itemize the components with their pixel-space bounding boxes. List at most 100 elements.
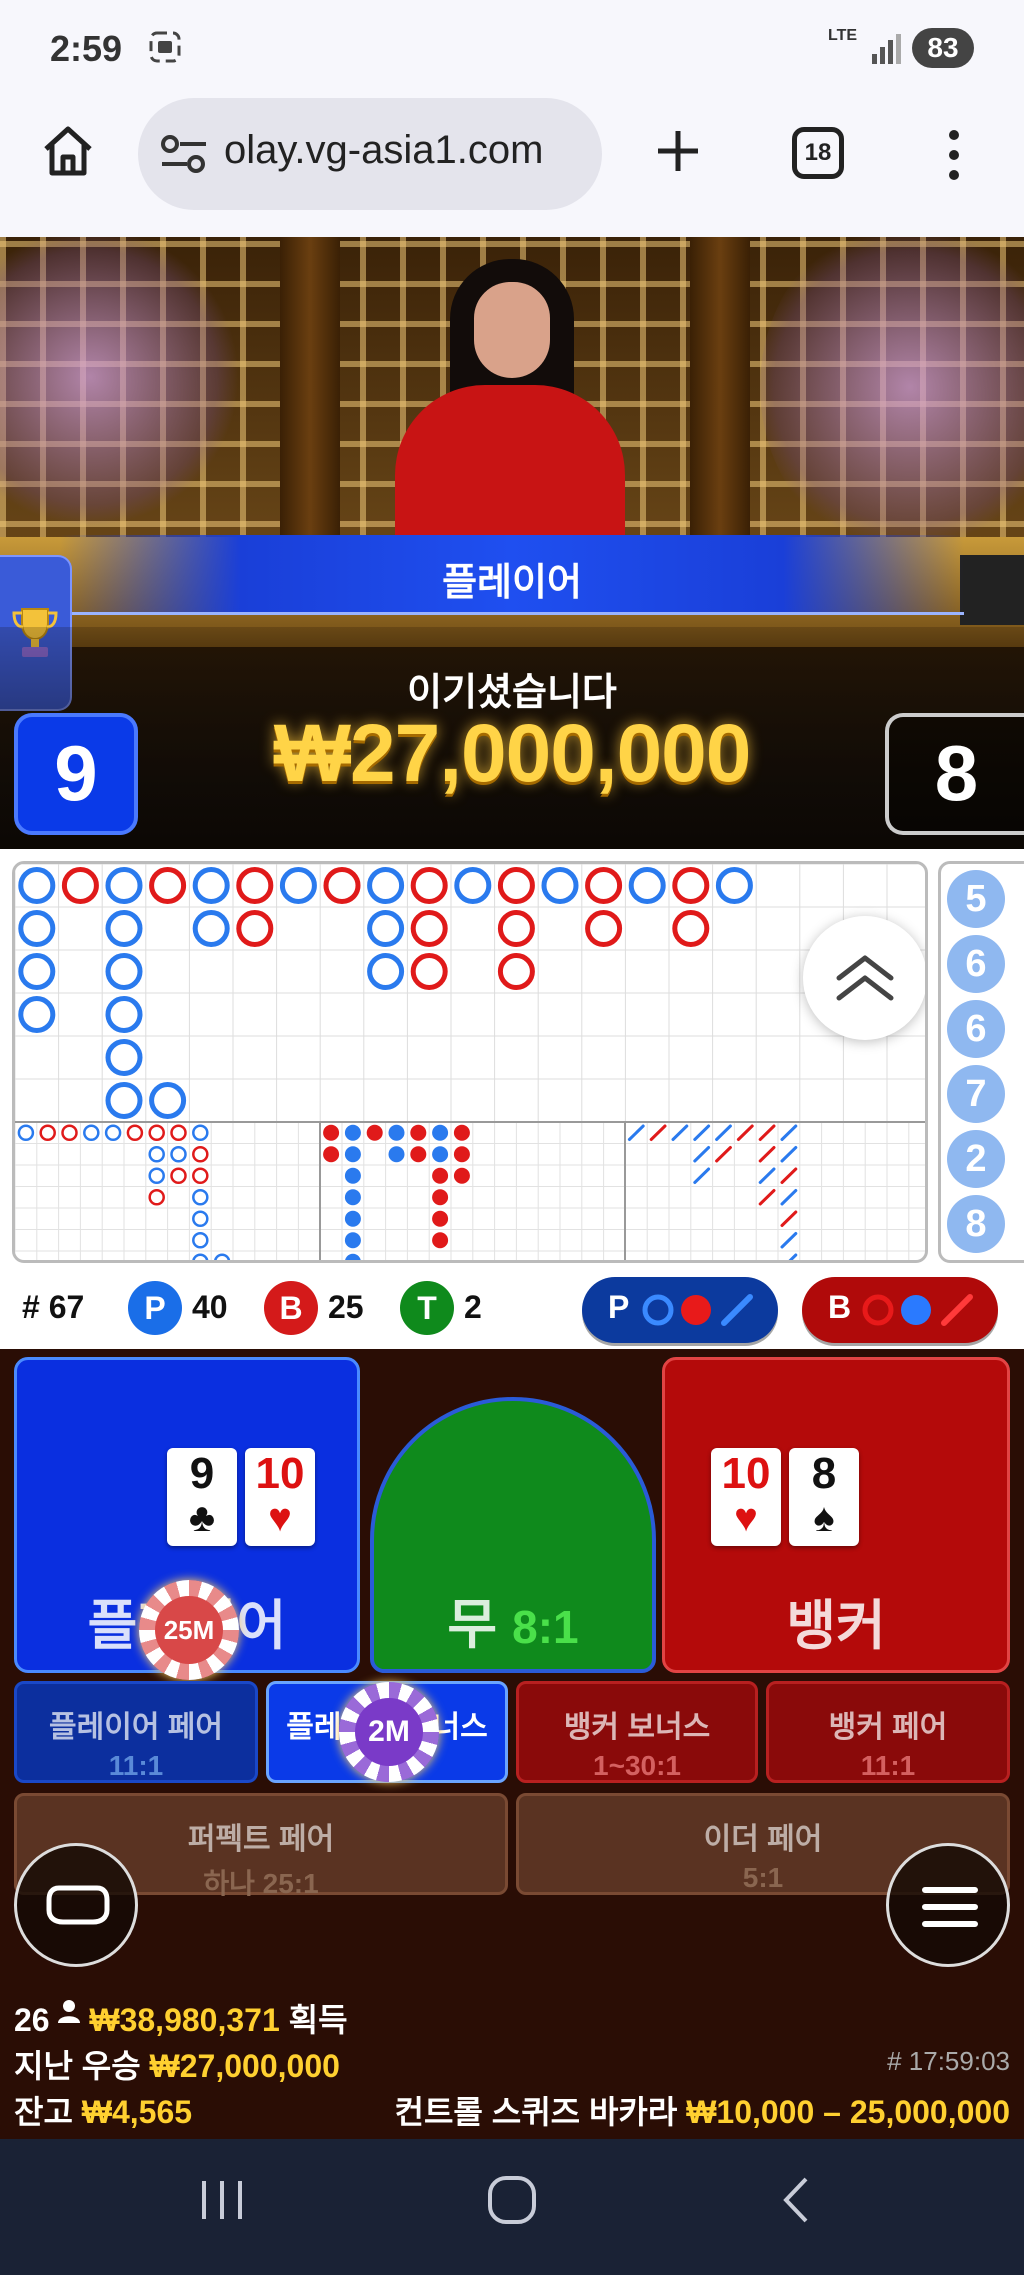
derived-slash bbox=[780, 1124, 798, 1141]
player-ring bbox=[367, 867, 405, 904]
bet-banker-pair[interactable]: 뱅커 페어 11:1 bbox=[766, 1681, 1010, 1783]
derived-slash bbox=[780, 1146, 798, 1163]
derived-ring bbox=[83, 1124, 100, 1141]
new-tab-icon[interactable] bbox=[650, 123, 706, 179]
bet-player-pair[interactable]: 플레이어 페어 11:1 bbox=[14, 1681, 258, 1783]
player-ring bbox=[715, 867, 753, 904]
ask-player-label: P bbox=[608, 1289, 630, 1325]
derived-ring bbox=[148, 1167, 165, 1184]
derived-slash bbox=[693, 1167, 711, 1184]
derived-ring bbox=[192, 1189, 209, 1206]
players-winnings-line: 26 ₩38,980,371 획득 bbox=[14, 1995, 348, 2041]
banker-ring bbox=[497, 910, 535, 947]
banker-card-2: 8 ♠ bbox=[789, 1448, 859, 1546]
card-rank: 9 bbox=[189, 1449, 215, 1498]
derived-slash bbox=[758, 1124, 776, 1141]
bet-player[interactable]: 9 ♣ 10 ♥ 플레이어 25M bbox=[14, 1357, 360, 1680]
menu-button[interactable] bbox=[886, 1843, 1010, 1967]
player-ring bbox=[105, 910, 143, 947]
bet-banker-bonus[interactable]: 뱅커 보너스 1~30:1 bbox=[516, 1681, 758, 1783]
derived-slash bbox=[758, 1146, 776, 1163]
side-roadmap[interactable]: 5 6 6 7 2 8 bbox=[938, 861, 1024, 1263]
bet-tie[interactable]: 무 8:1 bbox=[370, 1397, 656, 1673]
side-road-ball: 8 bbox=[947, 1195, 1005, 1253]
chip-value: 2M bbox=[355, 1698, 423, 1766]
player-ring bbox=[105, 867, 143, 904]
banker-ring bbox=[410, 910, 448, 947]
derived-slash bbox=[780, 1167, 798, 1184]
bet-banker-label: 뱅커 bbox=[786, 1596, 886, 1656]
result-banner-text: 플레이어 bbox=[442, 562, 582, 604]
recent-apps-icon[interactable] bbox=[196, 2175, 248, 2225]
hamburger-icon bbox=[922, 1887, 978, 1927]
player-ring bbox=[628, 867, 666, 904]
tab-switcher-button[interactable]: 18 bbox=[792, 127, 844, 179]
bet-banker[interactable]: 10 ♥ 8 ♠ 뱅커 bbox=[662, 1357, 1010, 1673]
chevron-up-icon bbox=[836, 955, 894, 1001]
site-settings-icon[interactable] bbox=[160, 134, 208, 174]
banker-ring bbox=[410, 953, 448, 990]
bet-player-bonus[interactable]: 플레이어 보너스 2M bbox=[266, 1681, 508, 1783]
collapse-roadmap-button[interactable] bbox=[803, 916, 925, 1040]
side-bet-odds: 11:1 bbox=[108, 1750, 164, 1781]
card-rank: 8 bbox=[811, 1449, 837, 1498]
side-road-ball: 6 bbox=[947, 1000, 1005, 1058]
banker-ring bbox=[672, 910, 710, 947]
home-nav-icon[interactable] bbox=[484, 2175, 540, 2225]
home-icon[interactable] bbox=[40, 123, 96, 179]
spade-icon: ♠ bbox=[813, 1496, 835, 1540]
player-ring bbox=[105, 1082, 143, 1119]
stats-row: # 67 P 40 B 25 T 2 P B bbox=[0, 1269, 1024, 1349]
chat-icon bbox=[46, 1885, 110, 1925]
heart-icon: ♥ bbox=[734, 1496, 758, 1540]
player-bonus-chip: 2M bbox=[339, 1682, 439, 1782]
ask-player-icons bbox=[642, 1294, 753, 1326]
balance-label: 잔고 bbox=[14, 2094, 73, 2130]
chat-button[interactable] bbox=[14, 1843, 138, 1967]
banker-ring bbox=[497, 953, 535, 990]
screenshot-icon bbox=[149, 31, 181, 63]
last-win-amount: ₩27,000,000 bbox=[149, 2048, 340, 2084]
last-win-line: 지난 우승 ₩27,000,000 bbox=[14, 2041, 340, 2087]
address-bar[interactable]: olay.vg-asia1.com bbox=[138, 98, 602, 210]
derived-dot bbox=[344, 1232, 361, 1249]
player-card-2: 10 ♥ bbox=[245, 1448, 315, 1546]
balance-amount: ₩4,565 bbox=[81, 2094, 193, 2130]
more-menu-icon[interactable] bbox=[942, 127, 966, 183]
derived-dot bbox=[453, 1146, 470, 1163]
derived-dot bbox=[366, 1124, 383, 1141]
heart-icon: ♥ bbox=[268, 1496, 292, 1540]
player-ring bbox=[149, 1082, 187, 1119]
player-ring bbox=[367, 953, 405, 990]
derived-dot bbox=[388, 1146, 405, 1163]
ask-player-button[interactable]: P bbox=[582, 1277, 778, 1343]
result-banner: 플레이어 bbox=[60, 535, 964, 615]
page: 2:59 LTE 83 olay.vg-asia1.com 18 플레이어 이기… bbox=[0, 0, 1024, 2275]
derived-ring bbox=[126, 1124, 144, 1141]
roadmap-grid[interactable] bbox=[12, 861, 928, 1263]
pillar bbox=[280, 237, 340, 567]
banker-badge: B bbox=[264, 1281, 318, 1335]
player-card-1: 9 ♣ bbox=[167, 1448, 237, 1546]
player-count-online: 26 bbox=[14, 2002, 50, 2038]
derived-ring bbox=[148, 1146, 165, 1163]
banker-ring bbox=[410, 867, 448, 904]
live-video: 플레이어 이기셨습니다 ₩27,000,000 9 8 bbox=[0, 237, 1024, 849]
derived-slash bbox=[780, 1232, 798, 1249]
ask-banker-button[interactable]: B bbox=[802, 1277, 998, 1343]
banker-card-1: 10 ♥ bbox=[711, 1448, 781, 1546]
tie-count: 2 bbox=[464, 1289, 482, 1325]
url-text[interactable]: olay.vg-asia1.com bbox=[224, 128, 584, 173]
player-ring bbox=[192, 910, 230, 947]
system-nav-bar bbox=[0, 2139, 1024, 2275]
banker-count: 25 bbox=[328, 1289, 364, 1325]
side-bet-name: 플레이어 페어 bbox=[49, 1711, 223, 1744]
derived-dot bbox=[432, 1210, 449, 1227]
chip-value: 25M bbox=[155, 1596, 223, 1664]
back-icon[interactable] bbox=[776, 2175, 816, 2225]
roadmap-canvas bbox=[15, 864, 925, 1260]
derived-dot bbox=[432, 1146, 449, 1163]
derived-dot bbox=[344, 1210, 361, 1227]
derived-ring bbox=[61, 1124, 78, 1141]
player-ring bbox=[105, 1039, 143, 1076]
